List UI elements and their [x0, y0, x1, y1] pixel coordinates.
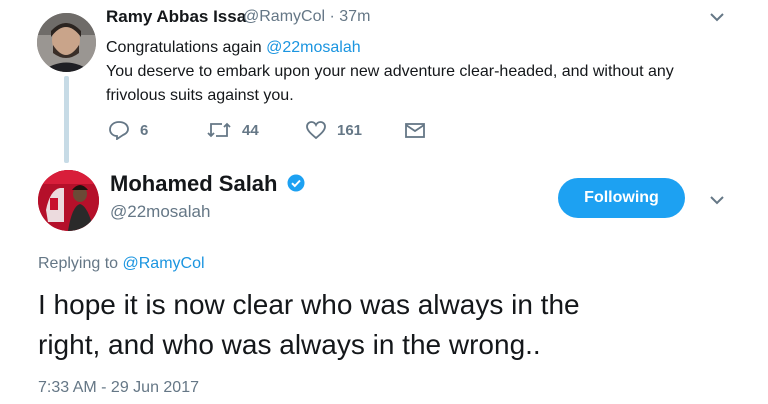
retweet-count: 44 — [242, 121, 259, 139]
parent-meta: @RamyCol · 37m — [243, 8, 370, 26]
reply-count: 6 — [140, 121, 149, 139]
chevron-down-icon[interactable] — [709, 10, 725, 28]
parent-tweet-text: Congratulations again @22mosalah You des… — [106, 36, 706, 108]
chevron-down-icon[interactable] — [709, 193, 725, 211]
main-author-name[interactable]: Mohamed Salah — [110, 171, 277, 197]
retweet-icon — [207, 122, 231, 138]
separator-dot: · — [329, 8, 335, 25]
replying-prefix: Replying to — [38, 255, 119, 272]
replying-to-mention[interactable]: @RamyCol — [123, 255, 205, 272]
verified-badge-icon — [287, 174, 305, 197]
parent-text-line2: You deserve to embark upon your new adve… — [106, 63, 674, 80]
thread-connector-line — [64, 76, 69, 163]
avatar-ramy[interactable] — [37, 13, 96, 72]
like-count: 161 — [337, 121, 363, 139]
avatar-salah[interactable] — [38, 170, 99, 231]
main-handle[interactable]: @22mosalah — [110, 202, 210, 222]
like-action[interactable]: 161 — [305, 120, 362, 140]
main-tweet-text: I hope it is now clear who was always in… — [38, 285, 738, 365]
parent-time[interactable]: 37m — [339, 8, 370, 25]
direct-message-icon — [405, 123, 425, 138]
reply-action[interactable]: 6 — [108, 120, 148, 140]
direct-message-action[interactable] — [404, 120, 426, 140]
main-text-line2: right, and who was always in the wrong.. — [38, 329, 541, 360]
tweet-timestamp[interactable]: 7:33 AM - 29 Jun 2017 — [38, 379, 199, 397]
replying-to-line: Replying to @RamyCol — [38, 255, 205, 273]
mention-link[interactable]: @22mosalah — [266, 39, 361, 56]
parent-text-line1: Congratulations again — [106, 39, 262, 56]
parent-author-name[interactable]: Ramy Abbas Issa — [106, 7, 246, 27]
like-icon — [306, 121, 326, 140]
following-button[interactable]: Following — [558, 178, 685, 218]
main-text-line1: I hope it is now clear who was always in… — [38, 289, 580, 320]
reply-icon — [109, 121, 129, 140]
parent-text-line3: frivolous suits against you. — [106, 87, 294, 104]
retweet-action[interactable]: 44 — [206, 120, 259, 140]
parent-handle[interactable]: @RamyCol — [243, 8, 325, 25]
